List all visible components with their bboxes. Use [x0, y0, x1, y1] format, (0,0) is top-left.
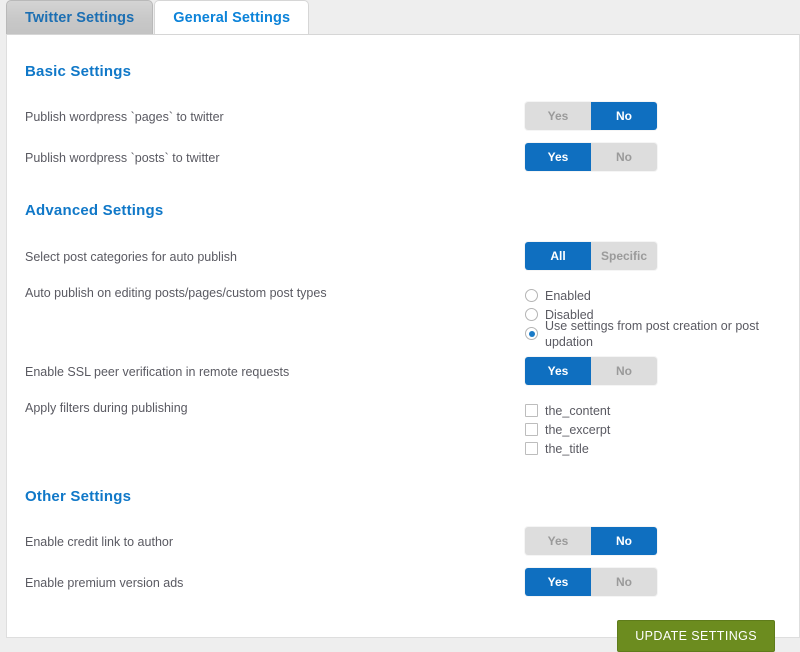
row-control: Yes No	[525, 568, 775, 596]
toggle-option-yes[interactable]: Yes	[525, 102, 591, 130]
row-label: Publish wordpress `posts` to twitter	[25, 151, 220, 165]
row-apply-filters: Apply filters during publishing the_cont…	[7, 399, 799, 458]
update-settings-button[interactable]: UPDATE SETTINGS	[617, 620, 775, 652]
toggle-option-no[interactable]: No	[591, 143, 657, 171]
radio-group-auto-publish: Enabled Disabled Use settings from post …	[525, 284, 775, 349]
toggle-option-no[interactable]: No	[591, 527, 657, 555]
submit-row: UPDATE SETTINGS	[7, 620, 799, 652]
row-control: the_content the_excerpt the_title	[525, 399, 775, 458]
row-publish-posts: Publish wordpress `posts` to twitter Yes…	[7, 143, 799, 171]
section-title-basic: Basic Settings	[25, 63, 132, 80]
toggle-option-no[interactable]: No	[591, 357, 657, 385]
toggle-option-specific[interactable]: Specific	[591, 242, 657, 270]
panel-wrapper: Basic Settings Publish wordpress `pages`…	[0, 34, 800, 652]
row-credit-link: Enable credit link to author Yes No	[7, 527, 799, 555]
checkbox-label: the_content	[545, 403, 611, 418]
row-premium-ads: Enable premium version ads Yes No	[7, 568, 799, 596]
row-auto-publish-on-edit: Auto publish on editing posts/pages/cust…	[7, 284, 799, 349]
row-label: Apply filters during publishing	[25, 401, 188, 415]
checkbox-icon	[525, 423, 538, 436]
radio-icon-selected	[525, 327, 538, 340]
toggle-credit-link[interactable]: Yes No	[525, 527, 657, 555]
toggle-option-yes[interactable]: Yes	[525, 357, 591, 385]
toggle-option-all[interactable]: All	[525, 242, 591, 270]
section-title-other: Other Settings	[25, 488, 132, 505]
checkbox-the-excerpt[interactable]: the_excerpt	[525, 420, 775, 439]
section-title-advanced: Advanced Settings	[25, 202, 164, 219]
toggle-ssl-verification[interactable]: Yes No	[525, 357, 657, 385]
general-settings-panel: Basic Settings Publish wordpress `pages`…	[6, 34, 800, 652]
toggle-premium-ads[interactable]: Yes No	[525, 568, 657, 596]
tab-twitter-settings[interactable]: Twitter Settings	[6, 0, 154, 34]
checkbox-label: the_title	[545, 441, 589, 456]
row-label: Enable credit link to author	[25, 535, 174, 549]
checkbox-the-content[interactable]: the_content	[525, 401, 775, 420]
row-ssl-verification: Enable SSL peer verification in remote r…	[7, 357, 799, 385]
row-control: Yes No	[525, 143, 775, 171]
row-label: Select post categories for auto publish	[25, 250, 237, 264]
row-control: All Specific	[525, 242, 775, 270]
checkbox-icon	[525, 404, 538, 417]
row-label: Enable SSL peer verification in remote r…	[25, 365, 290, 379]
row-control: Enabled Disabled Use settings from post …	[525, 284, 775, 349]
row-control: Yes No	[525, 527, 775, 555]
toggle-option-yes[interactable]: Yes	[525, 143, 591, 171]
radio-option-use-post-settings[interactable]: Use settings from post creation or post …	[525, 319, 775, 349]
radio-icon	[525, 308, 538, 321]
toggle-publish-posts[interactable]: Yes No	[525, 143, 657, 171]
radio-icon	[525, 289, 538, 302]
toggle-publish-pages[interactable]: Yes No	[525, 102, 657, 130]
row-select-categories: Select post categories for auto publish …	[7, 242, 799, 270]
toggle-option-yes[interactable]: Yes	[525, 527, 591, 555]
row-control: Yes No	[525, 102, 775, 130]
tab-general-settings[interactable]: General Settings	[154, 0, 310, 34]
row-control: Yes No	[525, 357, 775, 385]
row-label: Auto publish on editing posts/pages/cust…	[25, 286, 327, 300]
radio-option-enabled[interactable]: Enabled	[525, 286, 775, 305]
toggle-option-no[interactable]: No	[591, 568, 657, 596]
radio-label: Use settings from post creation or post …	[545, 318, 759, 349]
checkbox-icon	[525, 442, 538, 455]
tab-label: General Settings	[173, 9, 291, 26]
toggle-option-no[interactable]: No	[591, 102, 657, 130]
radio-label: Enabled	[545, 288, 591, 303]
row-label: Enable premium version ads	[25, 576, 184, 590]
row-publish-pages: Publish wordpress `pages` to twitter Yes…	[7, 102, 799, 130]
row-label: Publish wordpress `pages` to twitter	[25, 110, 224, 124]
checkbox-label: the_excerpt	[545, 422, 611, 437]
checkbox-the-title[interactable]: the_title	[525, 439, 775, 458]
tab-bar: Twitter Settings General Settings	[0, 0, 800, 34]
tab-label: Twitter Settings	[25, 9, 135, 26]
checkbox-group-filters: the_content the_excerpt the_title	[525, 399, 775, 458]
toggle-option-yes[interactable]: Yes	[525, 568, 591, 596]
toggle-post-categories[interactable]: All Specific	[525, 242, 657, 270]
